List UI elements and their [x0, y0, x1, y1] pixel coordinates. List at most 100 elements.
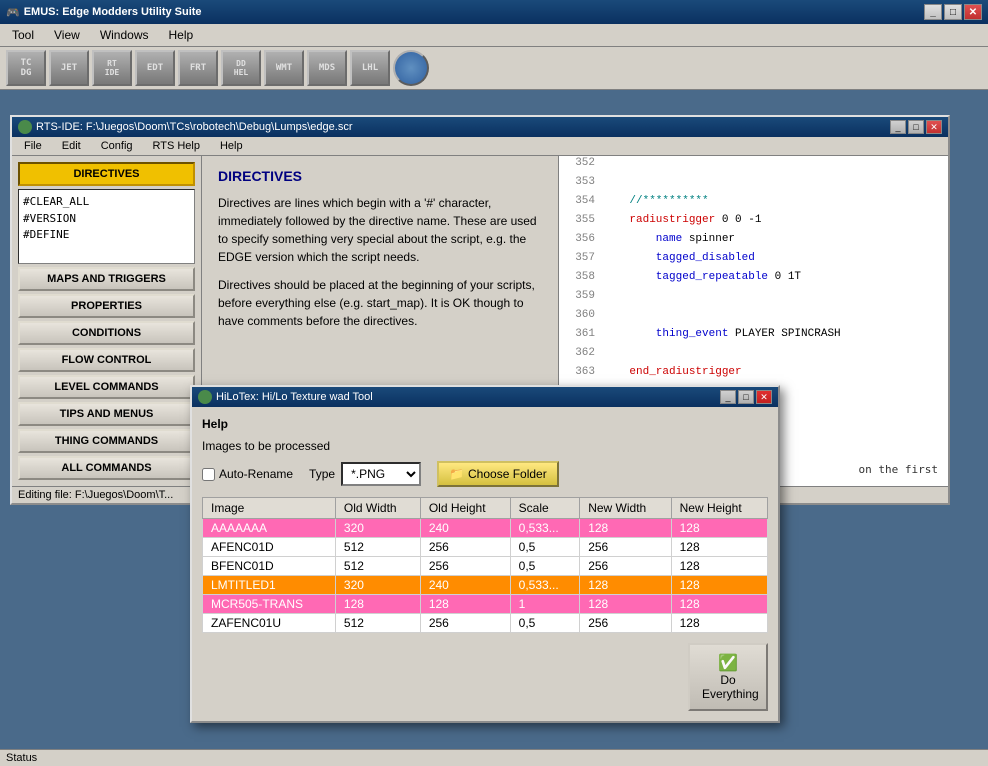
- hilotex-maximize-button[interactable]: □: [738, 390, 754, 404]
- cell-new-width: 256: [580, 538, 671, 557]
- nav-level-commands[interactable]: LEVEL COMMANDS: [18, 375, 195, 399]
- cell-new-height: 128: [671, 576, 767, 595]
- menu-view[interactable]: View: [46, 26, 88, 44]
- rts-menu-help[interactable]: Help: [212, 138, 251, 154]
- nav-flow-control[interactable]: FLOW CONTROL: [18, 348, 195, 372]
- col-old-width: Old Width: [335, 498, 420, 519]
- cell-old-height: 256: [420, 557, 510, 576]
- hilotex-window: HiLoTex: Hi/Lo Texture wad Tool _ □ ✕ He…: [190, 385, 780, 723]
- rts-menu-edit[interactable]: Edit: [54, 138, 89, 154]
- status-text: Editing file: F:\Juegos\Doom\T...: [18, 489, 173, 501]
- toolbar-btn-tcdg[interactable]: TCDG: [6, 50, 46, 86]
- rts-close-button[interactable]: ✕: [926, 120, 942, 134]
- cell-new-height: 128: [671, 557, 767, 576]
- minimize-button[interactable]: _: [924, 4, 942, 20]
- cell-scale: 0,5: [510, 538, 580, 557]
- cell-image: MCR505-TRANS: [203, 595, 336, 614]
- nav-thing-commands[interactable]: THING COMMANDS: [18, 429, 195, 453]
- cell-old-height: 128: [420, 595, 510, 614]
- type-select[interactable]: *.PNG *.BMP *.TGA: [341, 462, 421, 486]
- rts-maximize-button[interactable]: □: [908, 120, 924, 134]
- cell-new-width: 256: [580, 614, 671, 633]
- cell-old-height: 240: [420, 519, 510, 538]
- type-group: Type *.PNG *.BMP *.TGA: [309, 462, 421, 486]
- cell-old-width: 512: [335, 557, 420, 576]
- cell-scale: 0,533...: [510, 576, 580, 595]
- toolbar-btn-mds[interactable]: MDS: [307, 50, 347, 86]
- cell-scale: 0,533...: [510, 519, 580, 538]
- rts-menu-config[interactable]: Config: [93, 138, 141, 154]
- do-everything-button[interactable]: ✅ Do Everything: [688, 643, 768, 711]
- menu-windows[interactable]: Windows: [92, 26, 157, 44]
- col-new-width: New Width: [580, 498, 671, 519]
- active-section-button[interactable]: DIRECTIVES: [18, 162, 195, 186]
- cell-new-height: 128: [671, 519, 767, 538]
- cell-scale: 0,5: [510, 614, 580, 633]
- hilotex-images-label: Images to be processed: [202, 439, 768, 453]
- col-new-height: New Height: [671, 498, 767, 519]
- rts-menu-file[interactable]: File: [16, 138, 50, 154]
- table-row: AAAAAAA 320 240 0,533... 128 128: [203, 519, 768, 538]
- nav-tips-menus[interactable]: TIPS AND MENUS: [18, 402, 195, 426]
- do-everything-icon: ✅: [702, 653, 754, 673]
- directive-item-1: #CLEAR_ALL: [23, 194, 190, 211]
- title-bar-controls: _ □ ✕: [924, 4, 982, 20]
- hilotex-icon: [198, 390, 212, 404]
- cell-image: BFENC01D: [203, 557, 336, 576]
- image-table: Image Old Width Old Height Scale New Wid…: [202, 497, 768, 633]
- hilotex-title-bar: HiLoTex: Hi/Lo Texture wad Tool _ □ ✕: [192, 387, 778, 407]
- cell-old-width: 128: [335, 595, 420, 614]
- auto-rename-checkbox[interactable]: [202, 468, 215, 481]
- do-everything-label: Do: [702, 673, 754, 687]
- rts-menu-rtshelp[interactable]: RTS Help: [145, 138, 208, 154]
- menu-tool[interactable]: Tool: [4, 26, 42, 44]
- auto-rename-checkbox-label[interactable]: Auto-Rename: [202, 467, 293, 481]
- cell-new-height: 128: [671, 595, 767, 614]
- nav-conditions[interactable]: CONDITIONS: [18, 321, 195, 345]
- close-button[interactable]: ✕: [964, 4, 982, 20]
- table-row: AFENC01D 512 256 0,5 256 128: [203, 538, 768, 557]
- maximize-button[interactable]: □: [944, 4, 962, 20]
- toolbar-btn-wmt[interactable]: WMT: [264, 50, 304, 86]
- toolbar-btn-edt[interactable]: EDT: [135, 50, 175, 86]
- rts-menu-bar: File Edit Config RTS Help Help: [12, 137, 948, 156]
- hilotex-close-button[interactable]: ✕: [756, 390, 772, 404]
- toolbar-btn-jet[interactable]: JET: [49, 50, 89, 86]
- cell-old-width: 320: [335, 576, 420, 595]
- folder-icon: 📁: [449, 467, 464, 481]
- auto-rename-label: Auto-Rename: [219, 467, 293, 481]
- content-title: DIRECTIVES: [218, 168, 542, 184]
- rts-title-bar: RTS-IDE: F:\Juegos\Doom\TCs\robotech\Deb…: [12, 117, 948, 137]
- choose-folder-button[interactable]: 📁 Choose Folder: [437, 461, 559, 487]
- rts-minimize-button[interactable]: _: [890, 120, 906, 134]
- cell-old-height: 256: [420, 538, 510, 557]
- nav-properties[interactable]: PROPERTIES: [18, 294, 195, 318]
- left-panel: DIRECTIVES #CLEAR_ALL #VERSION #DEFINE M…: [12, 156, 202, 486]
- cell-old-height: 256: [420, 614, 510, 633]
- hilotex-title-left: HiLoTex: Hi/Lo Texture wad Tool: [198, 390, 373, 404]
- title-bar-left: 🎮 EMUS: Edge Modders Utility Suite: [6, 6, 202, 19]
- menu-help[interactable]: Help: [161, 26, 202, 44]
- table-row: MCR505-TRANS 128 128 1 128 128: [203, 595, 768, 614]
- app-title: EMUS: Edge Modders Utility Suite: [24, 6, 202, 18]
- directive-item-2: #VERSION: [23, 211, 190, 228]
- cell-image: AFENC01D: [203, 538, 336, 557]
- nav-all-commands[interactable]: ALL COMMANDS: [18, 456, 195, 480]
- toolbar-btn-round[interactable]: [393, 50, 429, 86]
- app-title-bar: 🎮 EMUS: Edge Modders Utility Suite _ □ ✕: [0, 0, 988, 24]
- col-scale: Scale: [510, 498, 580, 519]
- toolbar-btn-ddhel[interactable]: DDHEL: [221, 50, 261, 86]
- toolbar-btn-lhl[interactable]: LHL: [350, 50, 390, 86]
- toolbar-btn-frt[interactable]: FRT: [178, 50, 218, 86]
- col-old-height: Old Height: [420, 498, 510, 519]
- toolbar-btn-rtide[interactable]: RTIDE: [92, 50, 132, 86]
- hilotex-minimize-button[interactable]: _: [720, 390, 736, 404]
- type-label: Type: [309, 467, 335, 481]
- cell-old-height: 240: [420, 576, 510, 595]
- nav-maps-triggers[interactable]: MAPS AND TRIGGERS: [18, 267, 195, 291]
- do-everything-label2: Everything: [702, 687, 754, 701]
- main-menu-bar: Tool View Windows Help: [0, 24, 988, 47]
- do-everything-container: ✅ Do Everything: [202, 643, 768, 711]
- content-para-1: Directives are lines which begin with a …: [218, 194, 542, 266]
- main-status-bar: Status: [0, 749, 988, 766]
